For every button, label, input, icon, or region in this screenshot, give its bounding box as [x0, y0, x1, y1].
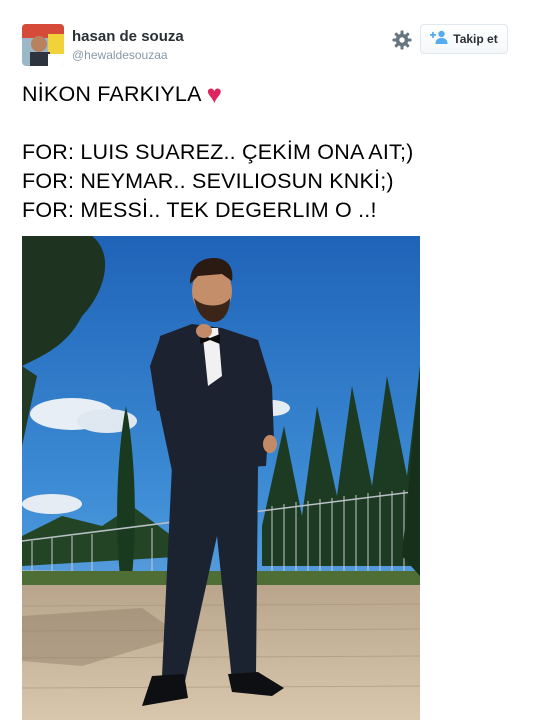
- tweet-line: NİKON FARKIYLA ♥: [22, 80, 522, 109]
- add-person-icon: [430, 30, 448, 49]
- tweet-line: FOR: LUIS SUAREZ.. ÇEKİM ONA AIT;): [22, 140, 414, 164]
- tweet-header: hasan de souza @hewaldesouzaa Takip et: [20, 22, 518, 68]
- tweet-line: FOR: NEYMAR.. SEVILIOSUN KNKİ;): [22, 169, 394, 193]
- user-name[interactable]: hasan de souza: [72, 28, 184, 45]
- user-handle[interactable]: @hewaldesouzaa: [72, 48, 168, 62]
- heart-icon: ♥: [206, 79, 223, 109]
- avatar[interactable]: [22, 24, 64, 66]
- tweet-text: NİKON FARKIYLA ♥ FOR: LUIS SUAREZ.. ÇEKİ…: [22, 80, 522, 225]
- follow-button[interactable]: Takip et: [420, 24, 508, 54]
- tweet-line-text: NİKON FARKIYLA: [22, 82, 201, 106]
- tweet-photo[interactable]: [22, 236, 420, 720]
- tweet-line: FOR: MESSİ.. TEK DEGERLIM O ..!: [22, 198, 377, 222]
- gear-icon[interactable]: [392, 30, 412, 50]
- follow-label: Takip et: [453, 32, 498, 46]
